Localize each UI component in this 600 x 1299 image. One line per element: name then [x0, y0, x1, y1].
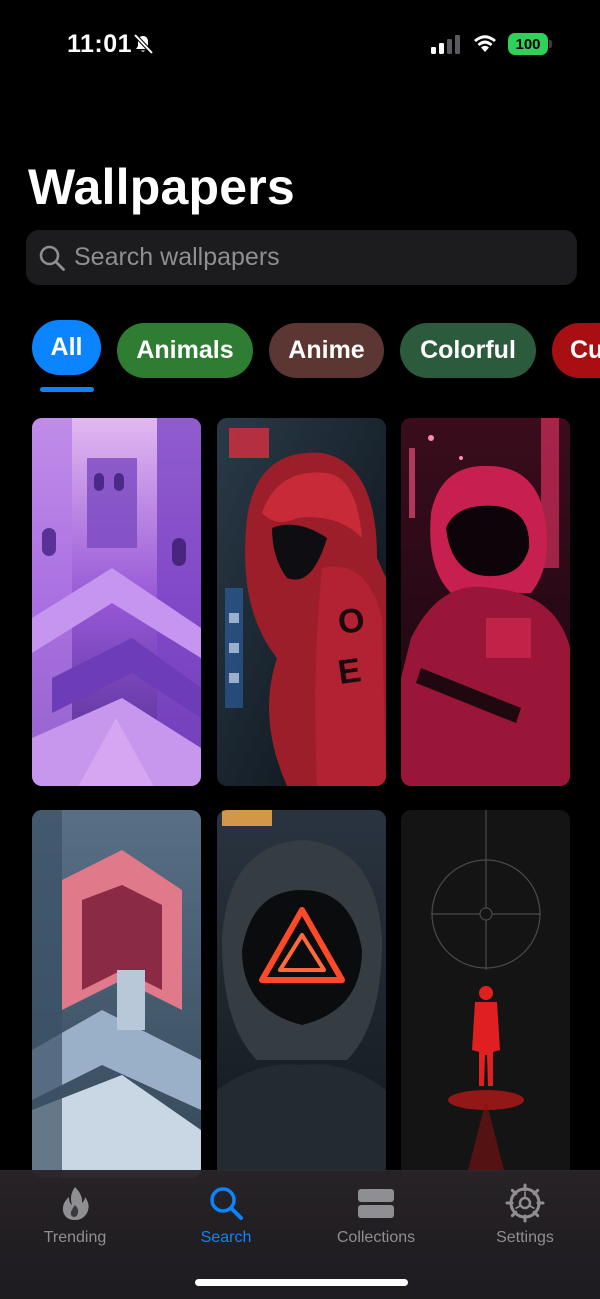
tab-label-trending: Trending [43, 1229, 107, 1246]
wallpaper-image: O E [217, 418, 386, 786]
home-indicator [195, 1279, 408, 1286]
wallpaper-tile-red-hooded-figure[interactable]: O E [217, 418, 386, 786]
battery-level: 100 [508, 33, 548, 55]
wallpaper-grid: O E [0, 418, 600, 1178]
wallpaper-tile-pink-masked-soldier[interactable] [401, 418, 570, 786]
page-title: Wallpapers [28, 159, 295, 215]
svg-text:O: O [336, 601, 367, 642]
search-input[interactable] [74, 230, 554, 285]
cellular-signal-icon [431, 35, 460, 54]
bell-muted-icon [133, 33, 154, 55]
gear-icon [505, 1183, 545, 1223]
flame-icon [62, 1187, 89, 1220]
chip-cu[interactable]: Cu [552, 323, 600, 378]
tab-search[interactable]: Search [161, 1183, 291, 1253]
tab-collections[interactable]: Collections [311, 1183, 441, 1253]
wallpaper-image [32, 418, 201, 786]
status-bar: 11:01 100 [0, 0, 600, 90]
tab-settings[interactable]: Settings [460, 1183, 590, 1253]
chip-animals[interactable]: Animals [117, 323, 253, 378]
chip-colorful[interactable]: Colorful [400, 323, 536, 378]
wallpaper-image [32, 810, 201, 1178]
wallpaper-image [401, 810, 570, 1178]
tab-label-collections: Collections [336, 1229, 416, 1246]
wallpaper-tile-purple-architecture[interactable] [32, 418, 201, 786]
search-icon [39, 245, 65, 271]
search-icon [210, 1187, 243, 1220]
collections-icon [358, 1189, 394, 1218]
chip-all[interactable]: All [32, 320, 101, 375]
wifi-icon [474, 35, 496, 52]
tab-trending[interactable]: Trending [10, 1183, 140, 1253]
status-time: 11:01 [67, 30, 133, 58]
tab-label-search: Search [200, 1229, 252, 1246]
wallpaper-image [217, 810, 386, 1178]
tab-label-settings: Settings [496, 1229, 554, 1246]
wallpaper-tile-red-figure-crosshair[interactable] [401, 810, 570, 1178]
battery-indicator: 100 [508, 33, 552, 55]
wallpaper-tile-neon-triangle-mask[interactable] [217, 810, 386, 1178]
chip-anime[interactable]: Anime [269, 323, 384, 378]
wallpaper-image [401, 418, 570, 786]
wallpaper-tile-geometric-stairs[interactable] [32, 810, 201, 1178]
selected-chip-indicator [40, 387, 94, 392]
category-chips: All Animals Anime Colorful Cu [0, 318, 600, 398]
battery-cap [549, 40, 552, 48]
